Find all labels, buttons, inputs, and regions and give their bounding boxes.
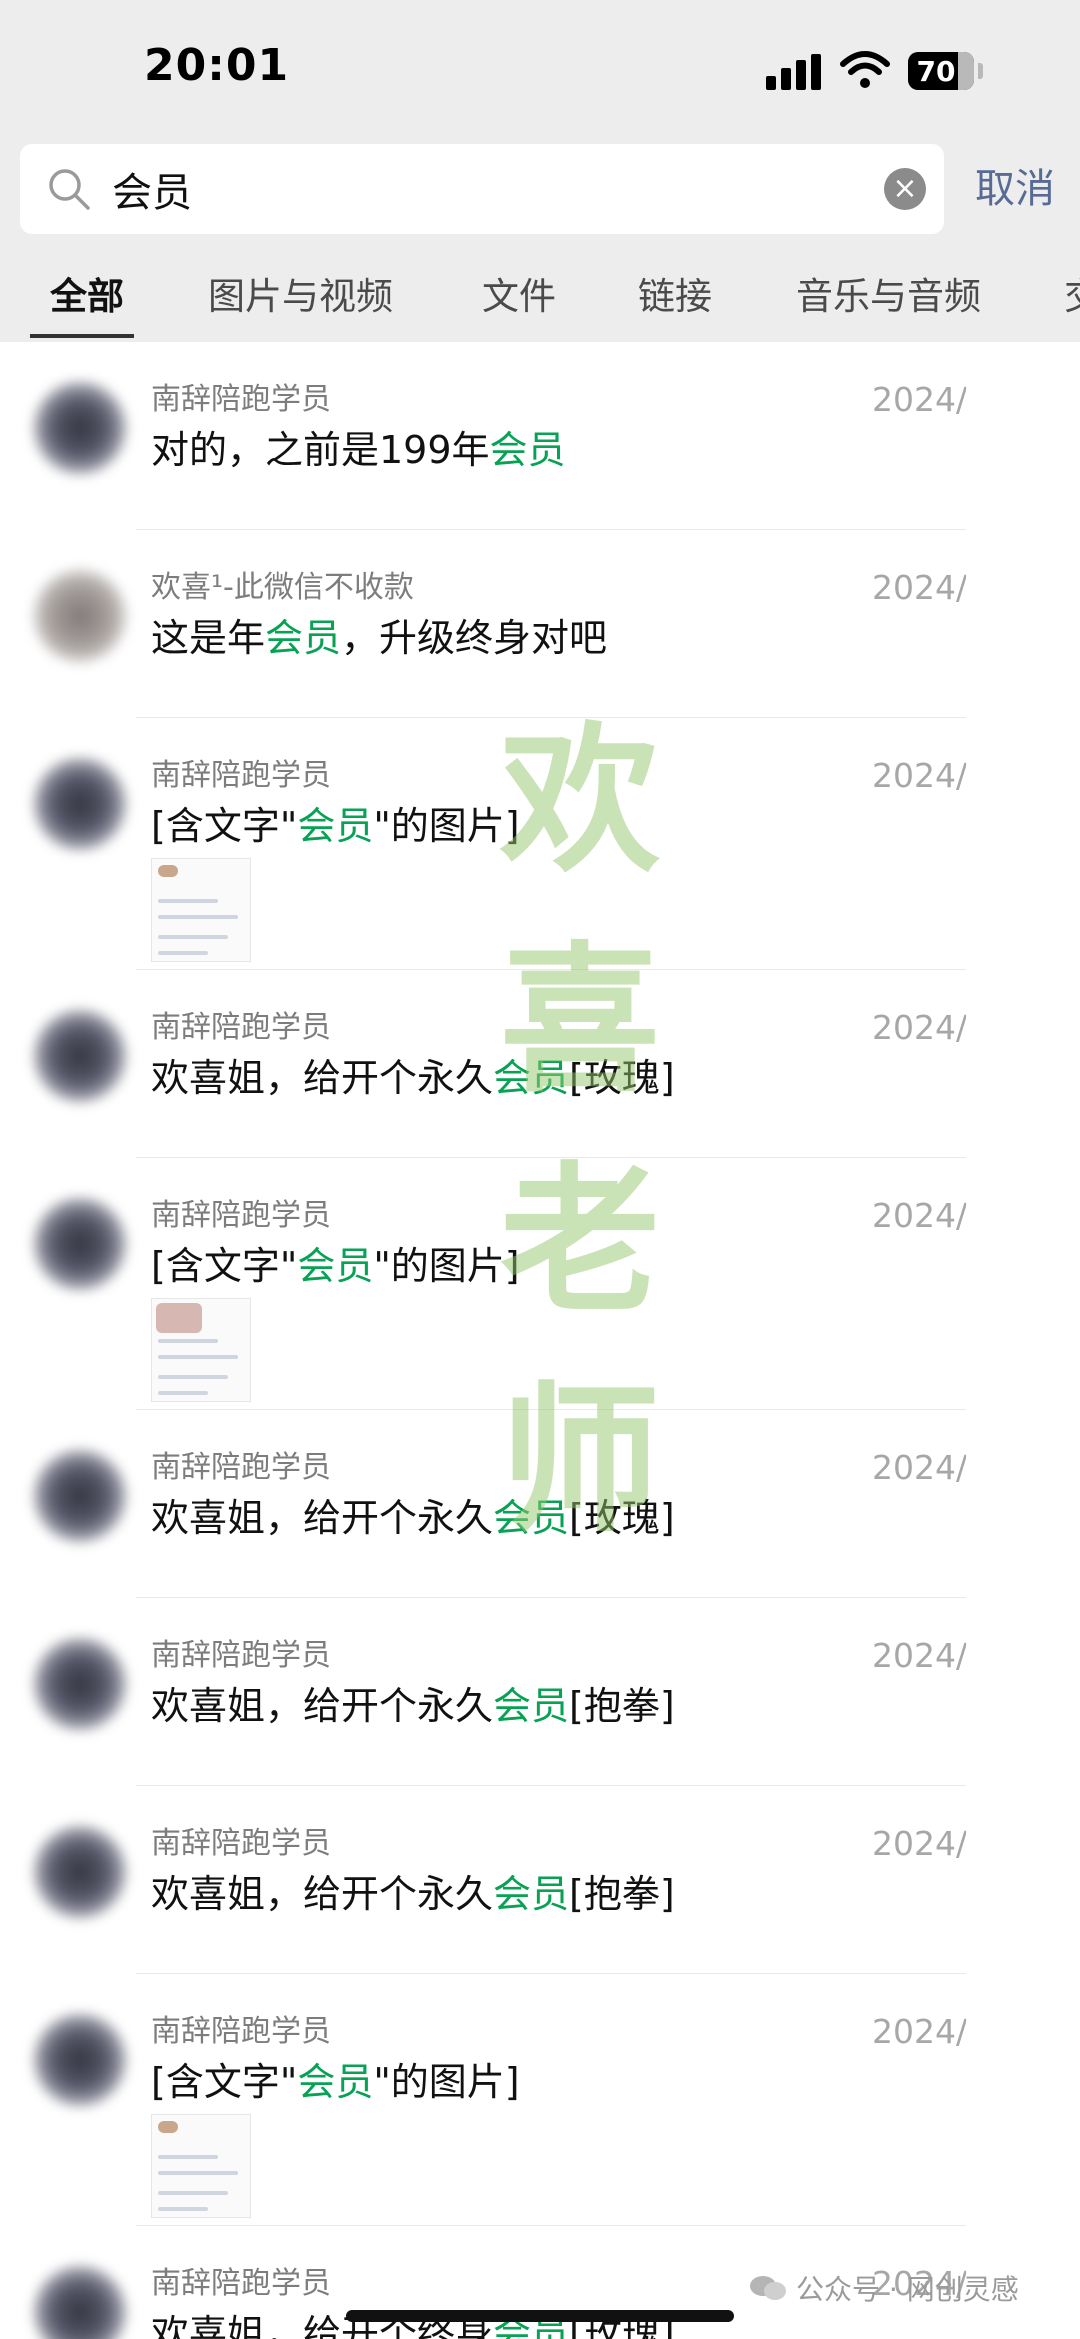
tab-images-videos[interactable]: 图片与视频 [208, 274, 393, 320]
watermark-char: 喜 [499, 926, 660, 1114]
message-text-pre: [含文字" [151, 804, 298, 848]
signal-icon [766, 54, 822, 90]
image-thumbnail[interactable] [151, 2114, 251, 2218]
message-text-pre: 欢喜姐，给开个永久 [151, 1056, 494, 1100]
message-text-pre: 欢喜姐，给开个永久 [151, 1496, 494, 1540]
sender-name: 南辞陪跑学员 [151, 758, 331, 793]
tab-files[interactable]: 文件 [482, 274, 556, 320]
avatar[interactable] [34, 1638, 126, 1730]
sender-name: 南辞陪跑学员 [151, 2266, 331, 2301]
result-item[interactable]: 南辞陪跑学员 2024/欢喜姐，给开个永久会员[抱拳] [0, 1598, 1080, 1786]
message-text-pre: [含文字" [151, 2060, 298, 2104]
message-date: 2024/ [872, 1636, 968, 1675]
battery-level: 70 [916, 54, 956, 88]
message-text: 欢喜姐，给开个永久会员[抱拳] [151, 1870, 675, 1918]
message-date: 2024/ [872, 1196, 968, 1235]
sender-name: 南辞陪跑学员 [151, 1010, 331, 1045]
keyword-highlight: 会员 [493, 1684, 570, 1728]
result-item[interactable]: 南辞陪跑学员 2024/欢喜姐，给开个永久会员[抱拳] [0, 1786, 1080, 1974]
message-text-pre: 对的，之前是199年 [151, 428, 490, 472]
keyword-highlight: 会员 [297, 1244, 374, 1288]
watermark-char: 师 [499, 1366, 660, 1554]
watermark: 欢 喜 老 师 [480, 690, 680, 1590]
sender-name: 南辞陪跑学员 [151, 382, 331, 417]
sender-name: 欢喜¹-此微信不收款 [151, 570, 414, 605]
message-text-post: [抱拳] [569, 1684, 675, 1728]
sender-name: 南辞陪跑学员 [151, 1198, 331, 1233]
tab-music-audio[interactable]: 音乐与音频 [796, 274, 981, 320]
footer-watermark: 公众号 · 网创灵感 [748, 2268, 1019, 2308]
keyword-highlight: 会员 [265, 616, 342, 660]
avatar[interactable] [34, 1010, 126, 1102]
message-text: 欢喜姐，给开个永久会员[抱拳] [151, 1682, 675, 1730]
message-date: 2024/ [872, 568, 968, 607]
result-item[interactable]: 南辞陪跑学员 2024/对的，之前是199年会员 [0, 342, 1080, 530]
date-blur-overlay [966, 342, 1080, 2339]
status-time: 20:01 [144, 40, 290, 91]
message-text: [含文字"会员"的图片] [151, 802, 520, 850]
wechat-icon [750, 2276, 786, 2300]
message-text: 这是年会员，升级终身对吧 [151, 614, 607, 662]
battery-tip [978, 63, 983, 79]
avatar[interactable] [34, 2014, 126, 2106]
sender-name: 南辞陪跑学员 [151, 1826, 331, 1861]
tab-links[interactable]: 链接 [638, 274, 712, 320]
image-thumbnail[interactable] [151, 858, 251, 962]
watermark-char: 老 [499, 1146, 660, 1334]
message-text: 对的，之前是199年会员 [151, 426, 566, 474]
keyword-highlight: 会员 [489, 428, 566, 472]
message-text-pre: 欢喜姐，给开个永久 [151, 1684, 494, 1728]
message-date: 2024/ [872, 1824, 968, 1863]
result-item[interactable]: 南辞陪跑学员 2024/ [含文字"会员"的图片] [0, 1974, 1080, 2226]
watermark-char: 欢 [499, 706, 660, 894]
avatar[interactable] [34, 2266, 126, 2339]
avatar[interactable] [34, 758, 126, 850]
image-thumbnail[interactable] [151, 1298, 251, 1402]
message-date: 2024/ [872, 756, 968, 795]
message-date: 2024/ [872, 2012, 968, 2051]
clear-icon[interactable]: × [884, 168, 926, 210]
sender-name: 南辞陪跑学员 [151, 1450, 331, 1485]
message-text-post: "的图片] [373, 2060, 520, 2104]
message-date: 2024/ [872, 380, 968, 419]
search-input[interactable] [112, 156, 872, 222]
search-icon [49, 169, 90, 210]
keyword-highlight: 会员 [493, 1872, 570, 1916]
keyword-highlight: 会员 [297, 2060, 374, 2104]
tab-indicator [30, 334, 134, 338]
avatar[interactable] [34, 1826, 126, 1918]
avatar[interactable] [34, 1450, 126, 1542]
message-text-pre: 这是年 [151, 616, 266, 660]
top-area: 20:01 70 × [0, 0, 1080, 342]
tab-more[interactable]: 交 [1064, 274, 1080, 320]
search-box[interactable]: × [20, 144, 944, 234]
tabs: 全部 图片与视频 文件 链接 音乐与音频 交 [0, 262, 1080, 342]
message-text-pre: [含文字" [151, 1244, 298, 1288]
message-text-pre: 欢喜姐，给开个永久 [151, 1872, 494, 1916]
keyword-highlight: 会员 [297, 804, 374, 848]
sender-name: 南辞陪跑学员 [151, 1638, 331, 1673]
home-indicator [346, 2310, 734, 2322]
avatar[interactable] [34, 382, 126, 474]
message-date: 2024/ [872, 1008, 968, 1047]
avatar[interactable] [34, 1198, 126, 1290]
status-bar: 20:01 70 [0, 0, 1080, 140]
sender-name: 南辞陪跑学员 [151, 2014, 331, 2049]
message-text-post: ，升级终身对吧 [341, 616, 608, 660]
message-date: 2024/ [872, 1448, 968, 1487]
footer-text: 公众号 · 网创灵感 [796, 2273, 1019, 2306]
message-text: [含文字"会员"的图片] [151, 2058, 520, 2106]
battery-icon: 70 [908, 52, 974, 90]
avatar[interactable] [34, 570, 126, 662]
cancel-button[interactable]: 取消 [960, 156, 1070, 222]
message-text-post: [抱拳] [569, 1872, 675, 1916]
tab-all[interactable]: 全部 [50, 274, 124, 320]
search-screen: { "status_bar": { "time": "20:01", "batt… [0, 0, 1080, 2339]
message-text: [含文字"会员"的图片] [151, 1242, 520, 1290]
wifi-icon [840, 51, 890, 88]
